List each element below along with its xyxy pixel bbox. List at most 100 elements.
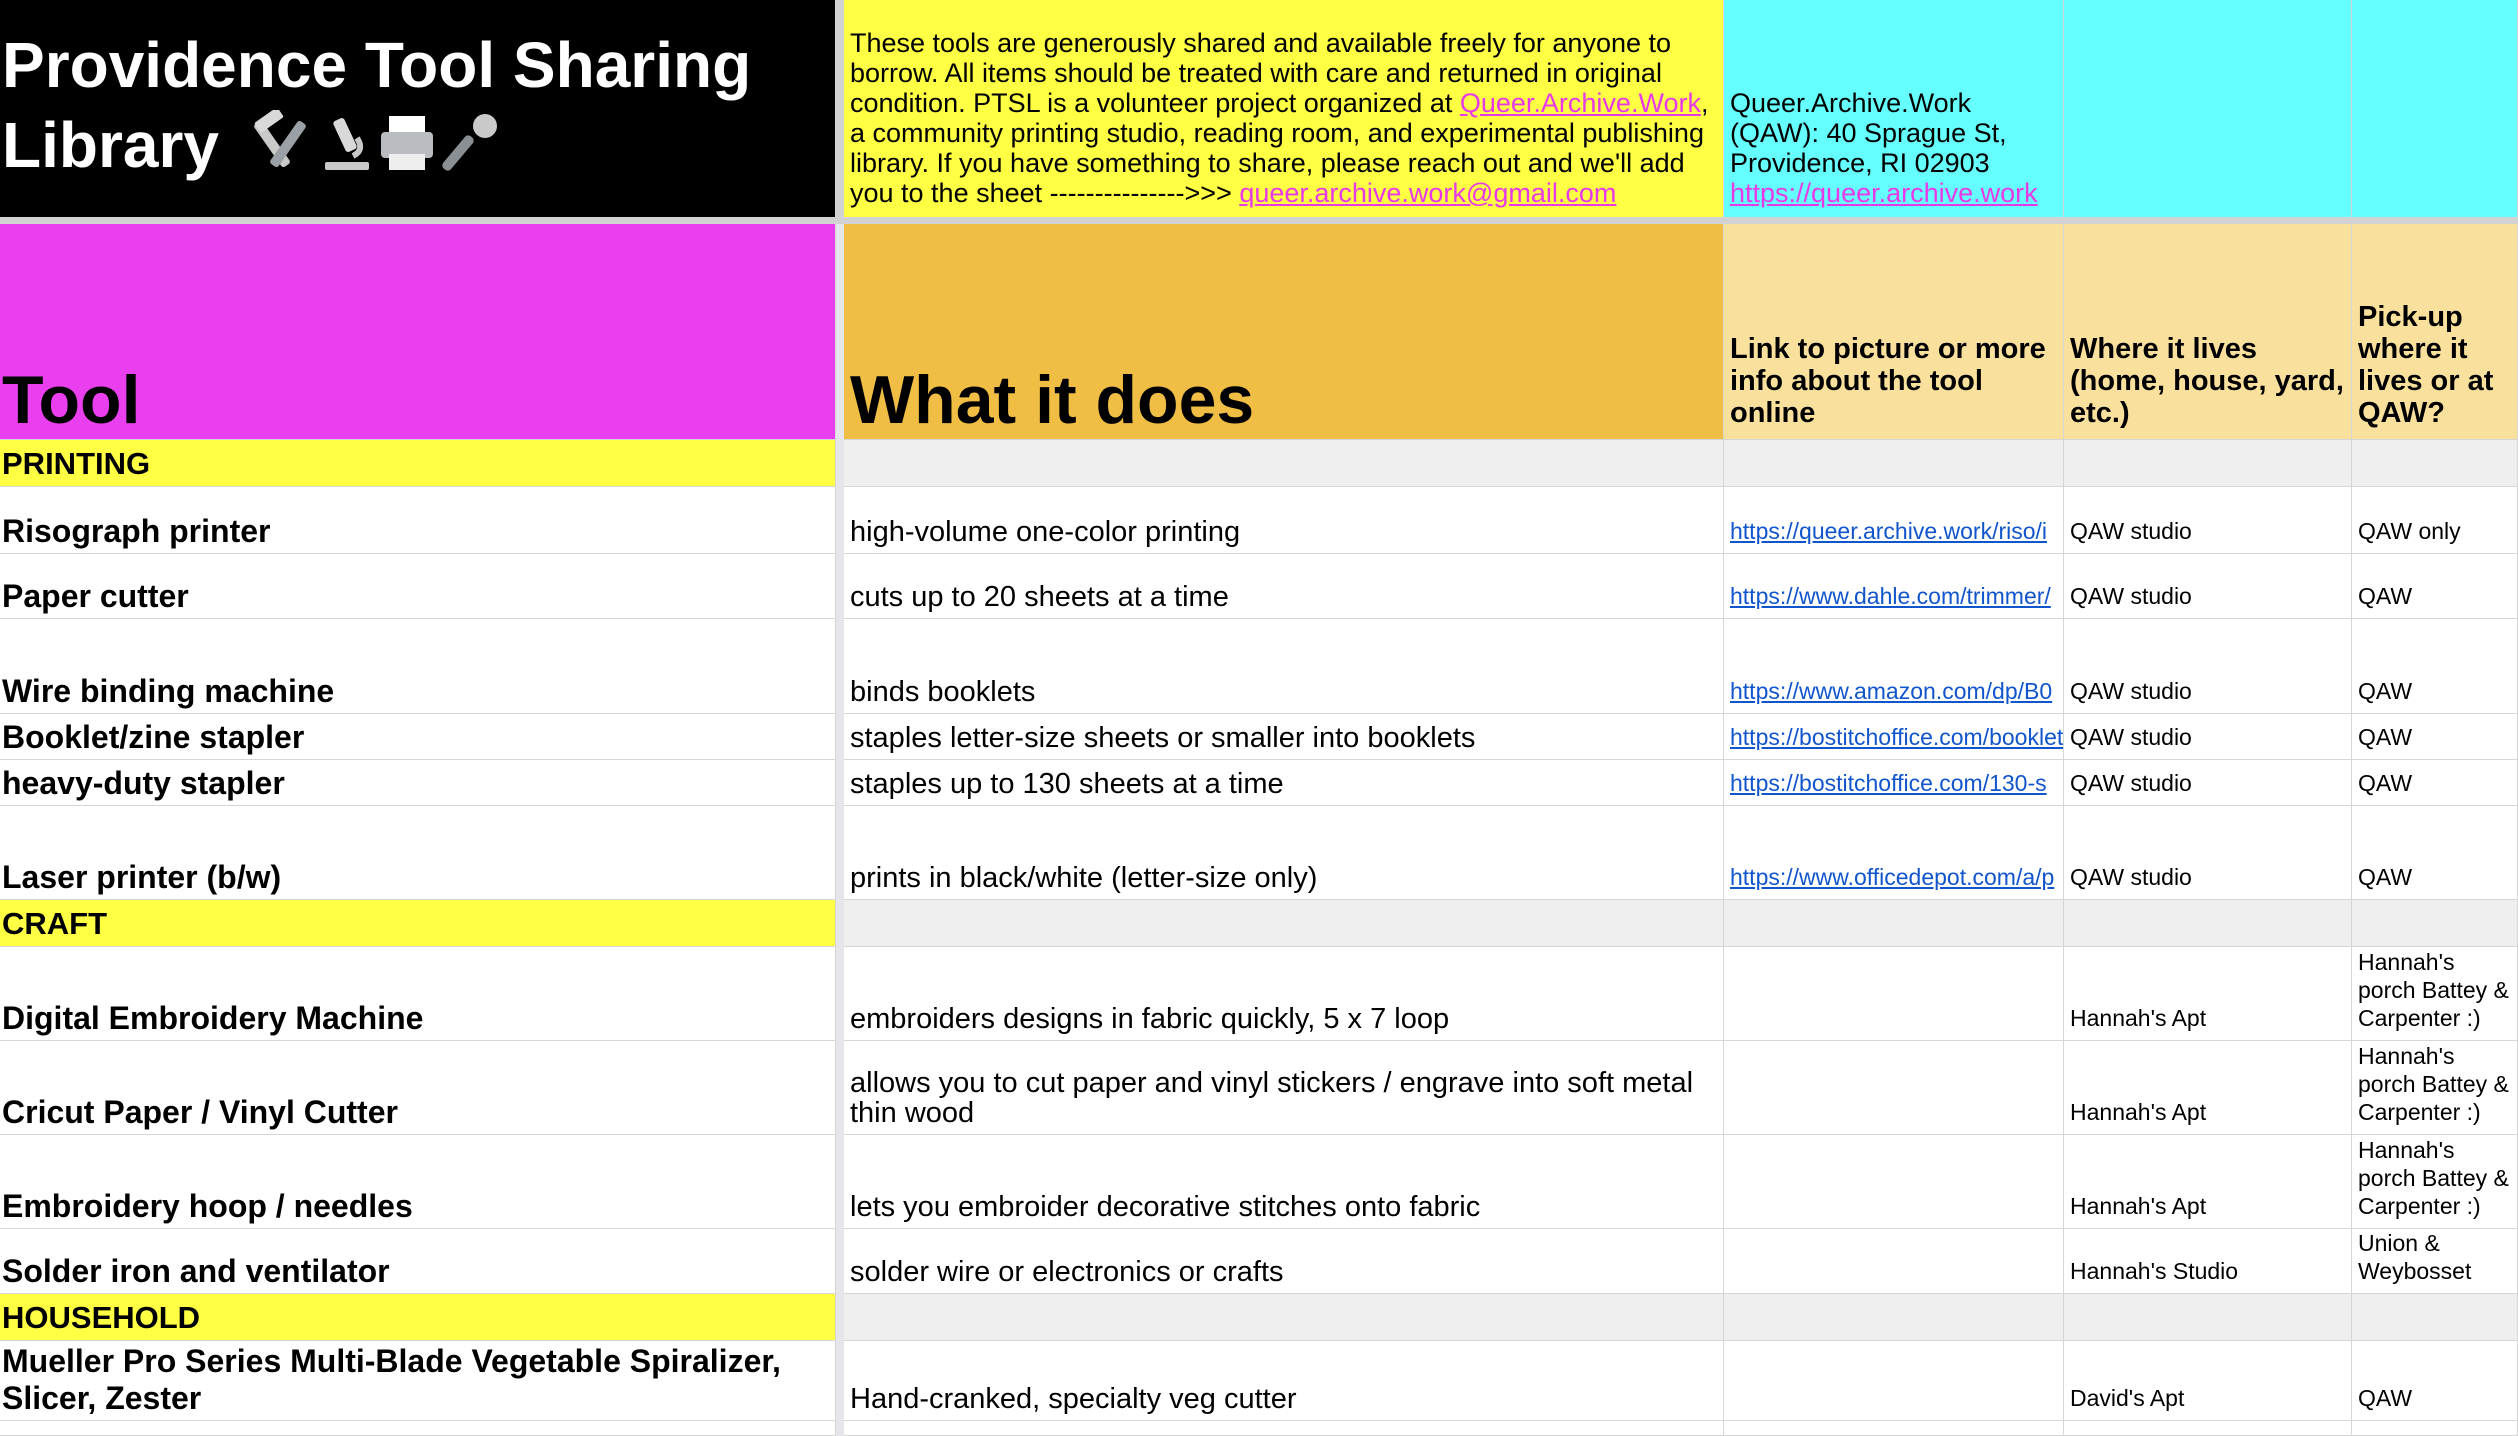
pickup-cell[interactable]: QAW [2352, 714, 2518, 760]
what-it-does-cell[interactable]: lets you embroider decorative stitches o… [844, 1135, 1724, 1229]
what-it-does-cell[interactable]: prints in black/white (letter-size only) [844, 806, 1724, 900]
pickup-cell[interactable]: QAW [2352, 619, 2518, 714]
what-it-does-cell[interactable]: allows you to cut paper and vinyl sticke… [844, 1041, 1724, 1135]
tool-name-cell[interactable]: Embroidery hoop / needles [0, 1135, 836, 1229]
pickup-cell[interactable]: Hannah's porch Battey & Carpenter :) [2352, 1135, 2518, 1229]
link-cell[interactable]: https://bostitchoffice.com/booklet [1724, 714, 2064, 760]
column-gap [836, 1341, 844, 1421]
section-empty-cell[interactable] [2352, 900, 2518, 947]
column-gap [836, 440, 844, 487]
what-it-does-cell[interactable]: embroiders designs in fabric quickly, 5 … [844, 947, 1724, 1041]
email-link[interactable]: queer.archive.work@gmail.com [1239, 178, 1616, 208]
pickup-cell[interactable]: Hannah's porch Battey & Carpenter :) [2352, 1041, 2518, 1135]
tool-info-link[interactable]: https://bostitchoffice.com/booklet [1730, 724, 2063, 751]
empty-cell[interactable] [2352, 1421, 2518, 1436]
banner-empty-cell[interactable] [2064, 0, 2352, 218]
printer-icon [380, 115, 433, 170]
where-it-lives-cell[interactable]: QAW studio [2064, 760, 2352, 806]
pickup-cell[interactable]: QAW [2352, 554, 2518, 619]
tool-name-cell[interactable]: Paper cutter [0, 554, 836, 619]
qaw-link[interactable]: Queer.Archive.Work [1460, 88, 1701, 118]
header-pickup[interactable]: Pick-up where it lives or at QAW? [2352, 224, 2518, 440]
empty-cell[interactable] [2064, 1421, 2352, 1436]
section-empty-cell[interactable] [2064, 1294, 2352, 1341]
tool-info-link[interactable]: https://www.officedepot.com/a/p [1730, 864, 2054, 891]
what-it-does-cell[interactable]: high-volume one-color printing [844, 487, 1724, 554]
table-row: heavy-duty stapler staples up to 130 shee… [0, 760, 2518, 806]
link-cell[interactable] [1724, 947, 2064, 1041]
section-empty-cell[interactable] [2352, 1294, 2518, 1341]
header-link[interactable]: Link to picture or more info about the t… [1724, 224, 2064, 440]
where-it-lives-cell[interactable]: QAW studio [2064, 714, 2352, 760]
column-gap [836, 947, 844, 1041]
where-it-lives-cell[interactable]: QAW studio [2064, 554, 2352, 619]
what-it-does-cell[interactable]: cuts up to 20 sheets at a time [844, 554, 1724, 619]
section-empty-cell[interactable] [2064, 900, 2352, 947]
where-it-lives-cell[interactable]: David's Apt [2064, 1341, 2352, 1421]
banner-empty-cell[interactable] [2352, 0, 2518, 218]
address-cell[interactable]: Queer.Archive.Work (QAW): 40 Sprague St,… [1724, 0, 2064, 218]
tool-name-cell[interactable]: Mueller Pro Series Multi-Blade Vegetable… [0, 1341, 836, 1421]
tool-name-cell[interactable]: Booklet/zine stapler [0, 714, 836, 760]
pickup-cell[interactable]: QAW [2352, 760, 2518, 806]
link-cell[interactable] [1724, 1041, 2064, 1135]
intro-cell[interactable]: These tools are generously shared and av… [844, 0, 1724, 218]
tool-name-cell[interactable]: Laser printer (b/w) [0, 806, 836, 900]
empty-cell[interactable] [1724, 1421, 2064, 1436]
section-label[interactable]: HOUSEHOLD [0, 1294, 836, 1341]
link-cell[interactable]: https://www.amazon.com/dp/B0 [1724, 619, 2064, 714]
where-it-lives-cell[interactable]: Hannah's Apt [2064, 1041, 2352, 1135]
tool-name-cell[interactable]: Solder iron and ventilator [0, 1229, 836, 1294]
what-it-does-cell[interactable]: Hand-cranked, specialty veg cutter [844, 1341, 1724, 1421]
tool-info-link[interactable]: https://www.dahle.com/trimmer/ [1730, 583, 2051, 610]
link-cell[interactable] [1724, 1341, 2064, 1421]
pickup-cell[interactable]: QAW [2352, 806, 2518, 900]
section-empty-cell[interactable] [2352, 440, 2518, 487]
what-it-does-cell[interactable]: solder wire or electronics or crafts [844, 1229, 1724, 1294]
section-label[interactable]: PRINTING [0, 440, 836, 487]
tool-name-cell[interactable]: Cricut Paper / Vinyl Cutter [0, 1041, 836, 1135]
section-empty-cell[interactable] [1724, 440, 2064, 487]
what-it-does-cell[interactable]: staples letter-size sheets or smaller in… [844, 714, 1724, 760]
header-tool[interactable]: Tool [0, 224, 836, 440]
tool-name-cell[interactable]: Wire binding machine [0, 619, 836, 714]
tool-name-cell[interactable]: heavy-duty stapler [0, 760, 836, 806]
tool-name-cell[interactable]: Risograph printer [0, 487, 836, 554]
empty-cell[interactable] [0, 1421, 836, 1436]
header-what-it-does[interactable]: What it does [844, 224, 1724, 440]
link-cell[interactable]: https://www.officedepot.com/a/p [1724, 806, 2064, 900]
table-row: Wire binding machine binds booklets https:… [0, 619, 2518, 714]
tool-info-link[interactable]: https://queer.archive.work/riso/i [1730, 518, 2047, 545]
link-cell[interactable] [1724, 1135, 2064, 1229]
pickup-cell[interactable]: Hannah's porch Battey & Carpenter :) [2352, 947, 2518, 1041]
tool-name-cell[interactable]: Digital Embroidery Machine [0, 947, 836, 1041]
pickup-cell[interactable]: QAW [2352, 1341, 2518, 1421]
where-it-lives-cell[interactable]: Hannah's Apt [2064, 947, 2352, 1041]
where-it-lives-cell[interactable]: Hannah's Studio [2064, 1229, 2352, 1294]
section-empty-cell[interactable] [1724, 1294, 2064, 1341]
section-empty-cell[interactable] [844, 440, 1724, 487]
link-cell[interactable]: https://www.dahle.com/trimmer/ [1724, 554, 2064, 619]
where-it-lives-cell[interactable]: Hannah's Apt [2064, 1135, 2352, 1229]
website-link[interactable]: https://queer.archive.work [1730, 178, 2059, 208]
section-empty-cell[interactable] [844, 1294, 1724, 1341]
link-cell[interactable] [1724, 1229, 2064, 1294]
section-empty-cell[interactable] [1724, 900, 2064, 947]
pickup-cell[interactable]: Union & Weybosset [2352, 1229, 2518, 1294]
library-title-cell[interactable]: Providence Tool Sharing Library [0, 0, 836, 218]
where-it-lives-cell[interactable]: QAW studio [2064, 619, 2352, 714]
section-empty-cell[interactable] [844, 900, 1724, 947]
section-label[interactable]: CRAFT [0, 900, 836, 947]
tool-info-link[interactable]: https://www.amazon.com/dp/B0 [1730, 678, 2052, 705]
link-cell[interactable]: https://queer.archive.work/riso/i [1724, 487, 2064, 554]
section-empty-cell[interactable] [2064, 440, 2352, 487]
what-it-does-cell[interactable]: staples up to 130 sheets at a time [844, 760, 1724, 806]
pickup-cell[interactable]: QAW only [2352, 487, 2518, 554]
link-cell[interactable]: https://bostitchoffice.com/130-s [1724, 760, 2064, 806]
what-it-does-cell[interactable]: binds booklets [844, 619, 1724, 714]
where-it-lives-cell[interactable]: QAW studio [2064, 806, 2352, 900]
tool-info-link[interactable]: https://bostitchoffice.com/130-s [1730, 770, 2047, 797]
header-where-it-lives[interactable]: Where it lives (home, house, yard, etc.) [2064, 224, 2352, 440]
where-it-lives-cell[interactable]: QAW studio [2064, 487, 2352, 554]
empty-cell[interactable] [844, 1421, 1724, 1436]
